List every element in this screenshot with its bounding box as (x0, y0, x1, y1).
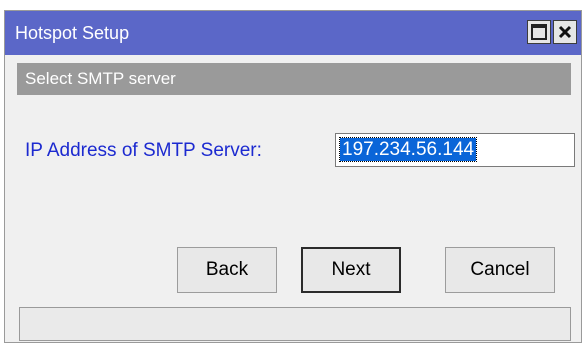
title-bar[interactable]: Hotspot Setup (5, 11, 581, 55)
status-bar (19, 307, 571, 341)
window-title: Hotspot Setup (15, 23, 130, 43)
smtp-ip-input[interactable]: 197.234.56.144 (335, 133, 575, 167)
section-header: Select SMTP server (17, 63, 571, 95)
ip-address-label: IP Address of SMTP Server: (25, 140, 262, 161)
close-icon[interactable] (553, 20, 577, 44)
next-button[interactable]: Next (301, 247, 401, 293)
hotspot-setup-window: Hotspot Setup Select SMTP server IP Addr… (4, 10, 582, 343)
back-button[interactable]: Back (177, 247, 277, 293)
section-heading: Select SMTP server (25, 69, 176, 88)
cancel-button[interactable]: Cancel (445, 247, 555, 293)
maximize-icon[interactable] (527, 20, 551, 44)
smtp-ip-value: 197.234.56.144 (338, 137, 478, 162)
